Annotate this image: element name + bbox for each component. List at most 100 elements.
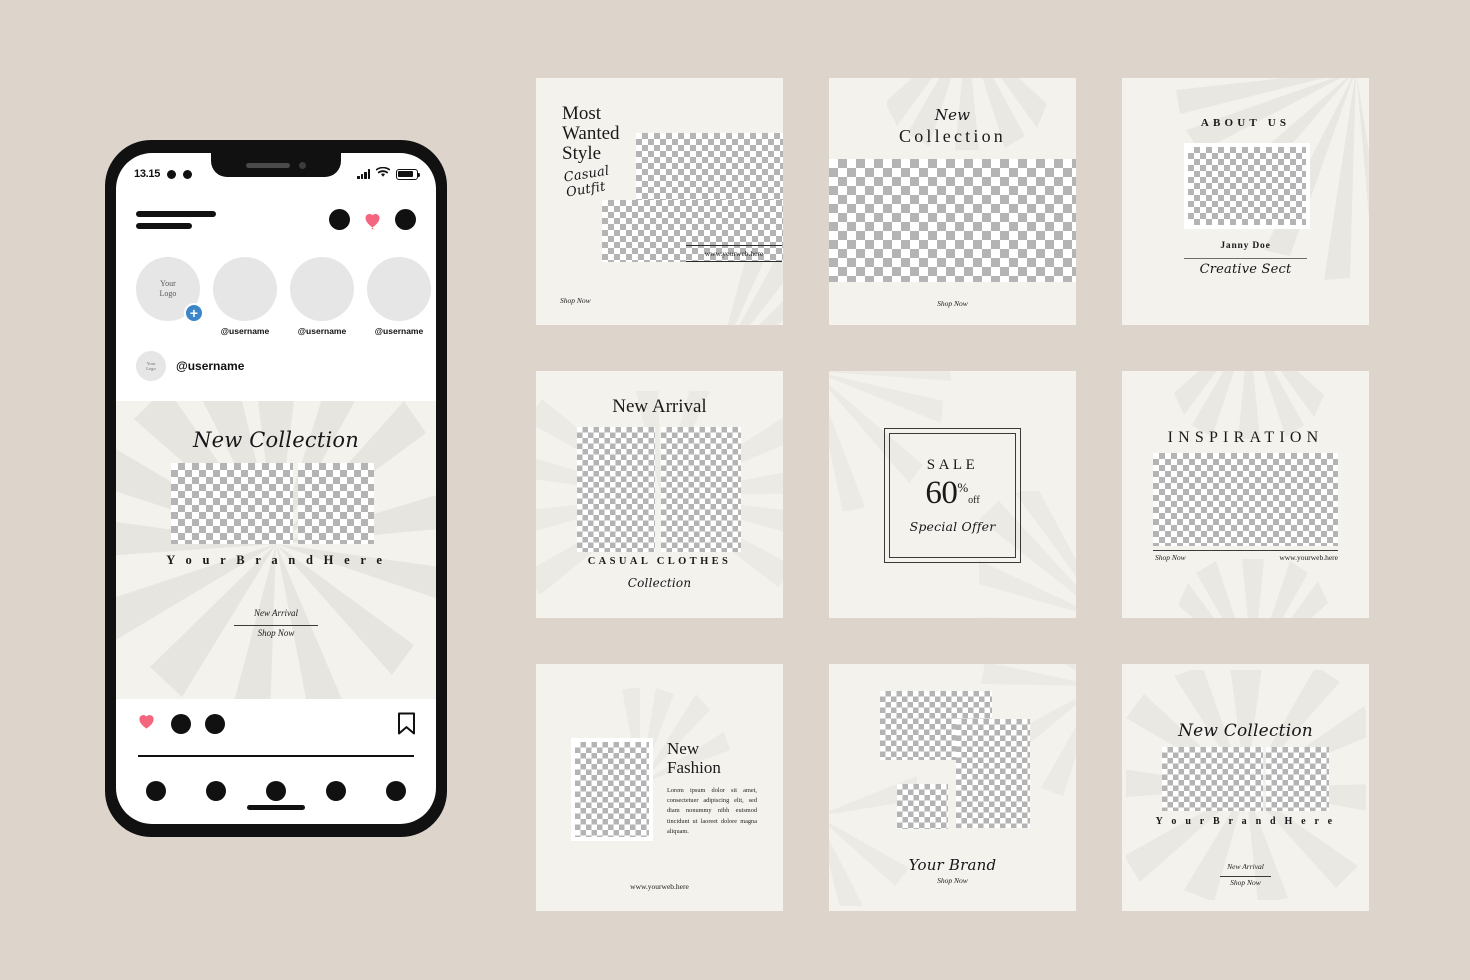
card-new-collection-2[interactable]: New Collection Y o u r B r a n d H e r e… [1122,664,1369,911]
wifi-icon [375,165,391,183]
tab-profile-icon[interactable] [386,781,406,801]
card-title: New Fashion [667,739,721,777]
tab-shop-icon[interactable] [326,781,346,801]
story-avatar[interactable]: Your Logo + [136,257,204,323]
add-story-plus-icon[interactable]: + [184,303,204,323]
card-script-label: New [934,106,971,124]
share-icon[interactable] [205,713,225,734]
divider-rule [1153,550,1338,551]
card-script-title: New Collection [1178,721,1313,741]
card-new-collection[interactable]: New Collection Shop Now [829,78,1076,325]
special-offer-label: Special Offer [909,519,996,534]
card-sale[interactable]: SALE 60%off Special Offer [829,371,1076,618]
sale-label: SALE [926,457,979,473]
story-avatar[interactable] [213,257,277,321]
card-title: ABOUT US [1200,117,1291,129]
website-url[interactable]: www.yourweb.here [536,882,783,891]
story-username: @username [297,326,347,336]
status-left: 13.15 [134,168,193,180]
messages-icon[interactable] [395,209,416,230]
post-author-row[interactable]: Your Logo @username [116,351,436,381]
tab-reels-icon[interactable] [266,781,286,801]
post-new-arrival: New Arrival [253,608,299,618]
story-item[interactable]: @username [367,257,431,336]
story-avatar[interactable] [290,257,354,321]
poster-template-showcase: 13.15 Your Logo + @username @username @u… [0,0,1470,980]
divider-rule [1220,876,1271,877]
tab-search-icon[interactable] [206,781,226,801]
story-avatar[interactable] [367,257,431,321]
shop-now-label[interactable]: Shop Now [560,296,591,305]
website-url[interactable]: www.yourweb.here [1279,553,1338,562]
signal-icon [357,169,370,179]
post-title: New Collection [193,428,359,452]
card-subtitle: CASUAL CLOTHES [587,556,732,567]
image-placeholder [1153,453,1338,546]
post-image[interactable]: New Collection Y o u r B r a n d H e r e… [116,401,436,699]
card-your-brand[interactable]: Your Brand Shop Now [829,664,1076,911]
home-indicator[interactable] [247,805,305,810]
starburst-decoration [536,391,783,601]
image-placeholder [571,738,653,841]
brand-script-label: Your Brand [908,856,997,874]
image-placeholder-right [1266,747,1329,811]
image-placeholder-left [1162,747,1263,811]
discount-value: 60%off [829,475,1076,512]
post-actions-left [136,711,225,736]
post-placeholder-right [298,463,374,544]
tab-home-icon[interactable] [146,781,166,801]
discount-number: 60 [925,475,958,511]
off-label: off [968,495,980,506]
website-box[interactable]: www.yourweb.here [686,245,782,262]
bookmark-icon[interactable] [397,712,416,735]
shop-now-label[interactable]: Shop Now [1122,878,1369,887]
card-new-arrival[interactable]: New Arrival CASUAL CLOTHES Collection [536,371,783,618]
post-author-avatar[interactable]: Your Logo [136,351,166,381]
status-dot-icon [167,169,177,179]
post-author-username: @username [176,359,245,373]
status-right [357,165,421,183]
your-logo-label: Your Logo [159,279,177,298]
person-role: Creative Sect [1199,262,1292,277]
card-about-us[interactable]: ABOUT US Janny Doe Creative Sect [1122,78,1369,325]
shop-now-label[interactable]: Shop Now [829,299,1076,308]
image-placeholder-2 [956,719,1030,828]
post-action-bar [116,711,436,736]
image-placeholder-left [577,427,655,552]
rule-bottom [686,261,782,262]
image-placeholder-3 [897,784,948,829]
bottom-divider [138,755,414,757]
heart-icon[interactable] [362,209,383,230]
new-arrival-label: New Arrival [1227,862,1264,871]
story-item[interactable]: @username [290,257,354,336]
person-name: Janny Doe [1220,241,1271,251]
story-item-your-logo[interactable]: Your Logo + [136,257,204,336]
battery-icon [396,168,421,180]
post-divider-rule [234,625,318,626]
card-title: Most Wanted Style [562,103,620,165]
card-script-label: Collection [627,576,692,590]
earpiece-speaker [246,162,290,168]
card-inspiration[interactable]: INSPIRATION Shop Now www.yourweb.here [1122,371,1369,618]
post-placeholder-left [171,463,293,544]
shop-now-label[interactable]: Shop Now [1155,553,1186,562]
brand-label: Y o u r B r a n d H e r e [1155,816,1336,827]
story-username: @username [220,326,270,336]
card-title: Collection [899,126,1006,146]
comment-icon[interactable] [171,713,191,734]
story-item[interactable]: @username [213,257,277,336]
header-icon-group [329,209,416,230]
card-title: New Arrival [612,396,707,417]
shop-now-label[interactable]: Shop Now [829,876,1076,885]
status-clock: 13.15 [134,168,161,180]
card-new-fashion[interactable]: New Fashion Lorem ipsum dolor sit amet, c… [536,664,783,911]
status-dot-icon [183,169,193,179]
add-post-icon[interactable] [329,209,350,230]
card-most-wanted-style[interactable]: Most Wanted Style Casual Outfit www.yourweb… [536,78,783,325]
front-camera [299,161,306,169]
stories-row: Your Logo + @username @username @username [116,257,436,336]
post-shop-now: Shop Now [257,628,295,638]
app-header [116,209,436,230]
like-heart-icon[interactable] [136,711,157,736]
tab-bar [116,781,436,801]
